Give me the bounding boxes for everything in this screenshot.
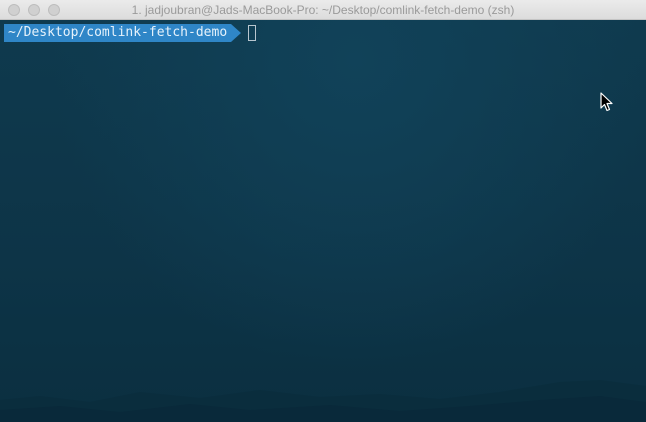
prompt-path: ~/Desktop/comlink-fetch-demo — [4, 24, 232, 42]
window-title: 1. jadjoubran@Jads-MacBook-Pro: ~/Deskto… — [131, 3, 515, 17]
background-mountains — [0, 380, 646, 422]
text-cursor[interactable] — [248, 25, 257, 41]
prompt-line: ~/Desktop/comlink-fetch-demo — [4, 24, 257, 42]
terminal-area[interactable]: ~/Desktop/comlink-fetch-demo — [0, 20, 646, 422]
terminal-window: 1. jadjoubran@Jads-MacBook-Pro: ~/Deskto… — [0, 0, 646, 422]
mouse-pointer-icon — [600, 92, 613, 112]
prompt-arrow-icon — [231, 24, 242, 42]
title-bar[interactable]: 1. jadjoubran@Jads-MacBook-Pro: ~/Deskto… — [0, 0, 646, 20]
